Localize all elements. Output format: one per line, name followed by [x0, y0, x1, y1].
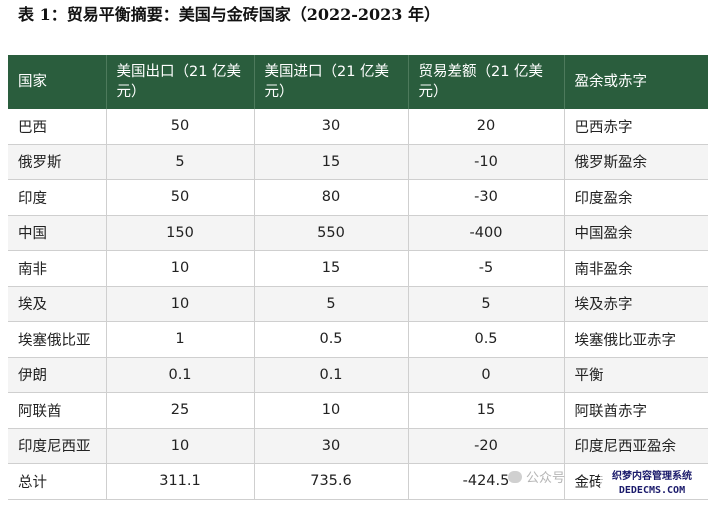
- cell-exports: 10: [106, 286, 255, 322]
- cell-balance: 0: [408, 357, 565, 393]
- cell-imports: 0.5: [254, 321, 409, 358]
- table-row: 俄罗斯 5 15 -10 俄罗斯盈余: [8, 144, 708, 180]
- cell-status: 俄罗斯盈余: [564, 144, 708, 180]
- cell-exports: 1: [106, 321, 255, 358]
- trade-balance-table: 国家 美国出口（21 亿美元） 美国进口（21 亿美元） 贸易差额（21 亿美元…: [8, 55, 708, 500]
- table-row: 印度 50 80 -30 印度盈余: [8, 179, 708, 216]
- stamp-line-2: DEDECMS.COM: [618, 485, 686, 496]
- cell-country: 埃及: [8, 286, 107, 322]
- table-row: 中国 150 550 -400 中国盈余: [8, 215, 708, 251]
- cell-status: 巴西赤字: [564, 109, 708, 145]
- cell-status: 埃及赤字: [564, 286, 708, 322]
- table-row: 阿联酋 25 10 15 阿联酋赤字: [8, 392, 708, 429]
- table-row: 埃塞俄比亚 1 0.5 0.5 埃塞俄比亚赤字: [8, 321, 708, 358]
- cell-exports: 25: [106, 392, 255, 429]
- cell-exports: 50: [106, 109, 255, 145]
- cell-country: 印度: [8, 179, 107, 216]
- cell-imports: 10: [254, 392, 409, 429]
- cell-balance: 0.5: [408, 321, 565, 358]
- watermark-stamp: 织梦内容管理系统 DEDECMS.COM: [600, 470, 704, 498]
- table-row: 印度尼西亚 10 30 -20 印度尼西亚盈余: [8, 428, 708, 464]
- cell-country: 阿联酋: [8, 392, 107, 429]
- cell-imports: 15: [254, 144, 409, 180]
- cell-status: 平衡: [564, 357, 708, 393]
- header-us-exports: 美国出口（21 亿美元）: [106, 55, 255, 109]
- cell-status: 印度尼西亚盈余: [564, 428, 708, 464]
- cell-imports: 15: [254, 250, 409, 287]
- cell-status: 印度盈余: [564, 179, 708, 216]
- cell-balance: -10: [408, 144, 565, 180]
- cell-imports: 0.1: [254, 357, 409, 393]
- cell-balance: -400: [408, 215, 565, 251]
- cell-exports: 0.1: [106, 357, 255, 393]
- cell-imports: 5: [254, 286, 409, 322]
- cell-exports: 10: [106, 250, 255, 287]
- cell-status: 阿联酋赤字: [564, 392, 708, 429]
- cell-balance: 20: [408, 109, 565, 145]
- cell-status: 南非盈余: [564, 250, 708, 287]
- cell-balance: -30: [408, 179, 565, 216]
- table-row: 南非 10 15 -5 南非盈余: [8, 250, 708, 287]
- wechat-icon: [508, 471, 522, 483]
- cell-status: 中国盈余: [564, 215, 708, 251]
- cell-imports: 80: [254, 179, 409, 216]
- cell-exports: 10: [106, 428, 255, 464]
- cell-balance: 5: [408, 286, 565, 322]
- cell-exports: 311.1: [106, 463, 255, 500]
- cell-exports: 5: [106, 144, 255, 180]
- cell-balance: 15: [408, 392, 565, 429]
- cell-status: 埃塞俄比亚赤字: [564, 321, 708, 358]
- page-title: 表 1：贸易平衡摘要：美国与金砖国家（2022-2023 年）: [18, 5, 440, 24]
- cell-country: 伊朗: [8, 357, 107, 393]
- cell-exports: 50: [106, 179, 255, 216]
- header-trade-balance: 贸易差额（21 亿美元）: [408, 55, 565, 109]
- cell-balance: -20: [408, 428, 565, 464]
- stamp-line-1: 织梦内容管理系统: [612, 471, 692, 482]
- table-row: 伊朗 0.1 0.1 0 平衡: [8, 357, 708, 393]
- header-country: 国家: [8, 55, 107, 109]
- table-header-row: 国家 美国出口（21 亿美元） 美国进口（21 亿美元） 贸易差额（21 亿美元…: [8, 55, 708, 109]
- cell-country: 南非: [8, 250, 107, 287]
- cell-country: 俄罗斯: [8, 144, 107, 180]
- header-us-imports: 美国进口（21 亿美元）: [254, 55, 409, 109]
- cell-imports: 30: [254, 428, 409, 464]
- watermark-text: 公众号: [526, 471, 566, 486]
- cell-country: 巴西: [8, 109, 107, 145]
- cell-balance: -5: [408, 250, 565, 287]
- cell-exports: 150: [106, 215, 255, 251]
- table-row: 巴西 50 30 20 巴西赤字: [8, 109, 708, 145]
- table-row: 埃及 10 5 5 埃及赤字: [8, 286, 708, 322]
- cell-imports: 550: [254, 215, 409, 251]
- header-surplus-deficit: 盈余或赤字: [564, 55, 708, 109]
- cell-imports: 735.6: [254, 463, 409, 500]
- watermark: 公众号: [508, 467, 565, 486]
- cell-country: 总计: [8, 463, 107, 500]
- cell-imports: 30: [254, 109, 409, 145]
- cell-country: 中国: [8, 215, 107, 251]
- cell-country: 印度尼西亚: [8, 428, 107, 464]
- cell-country: 埃塞俄比亚: [8, 321, 107, 358]
